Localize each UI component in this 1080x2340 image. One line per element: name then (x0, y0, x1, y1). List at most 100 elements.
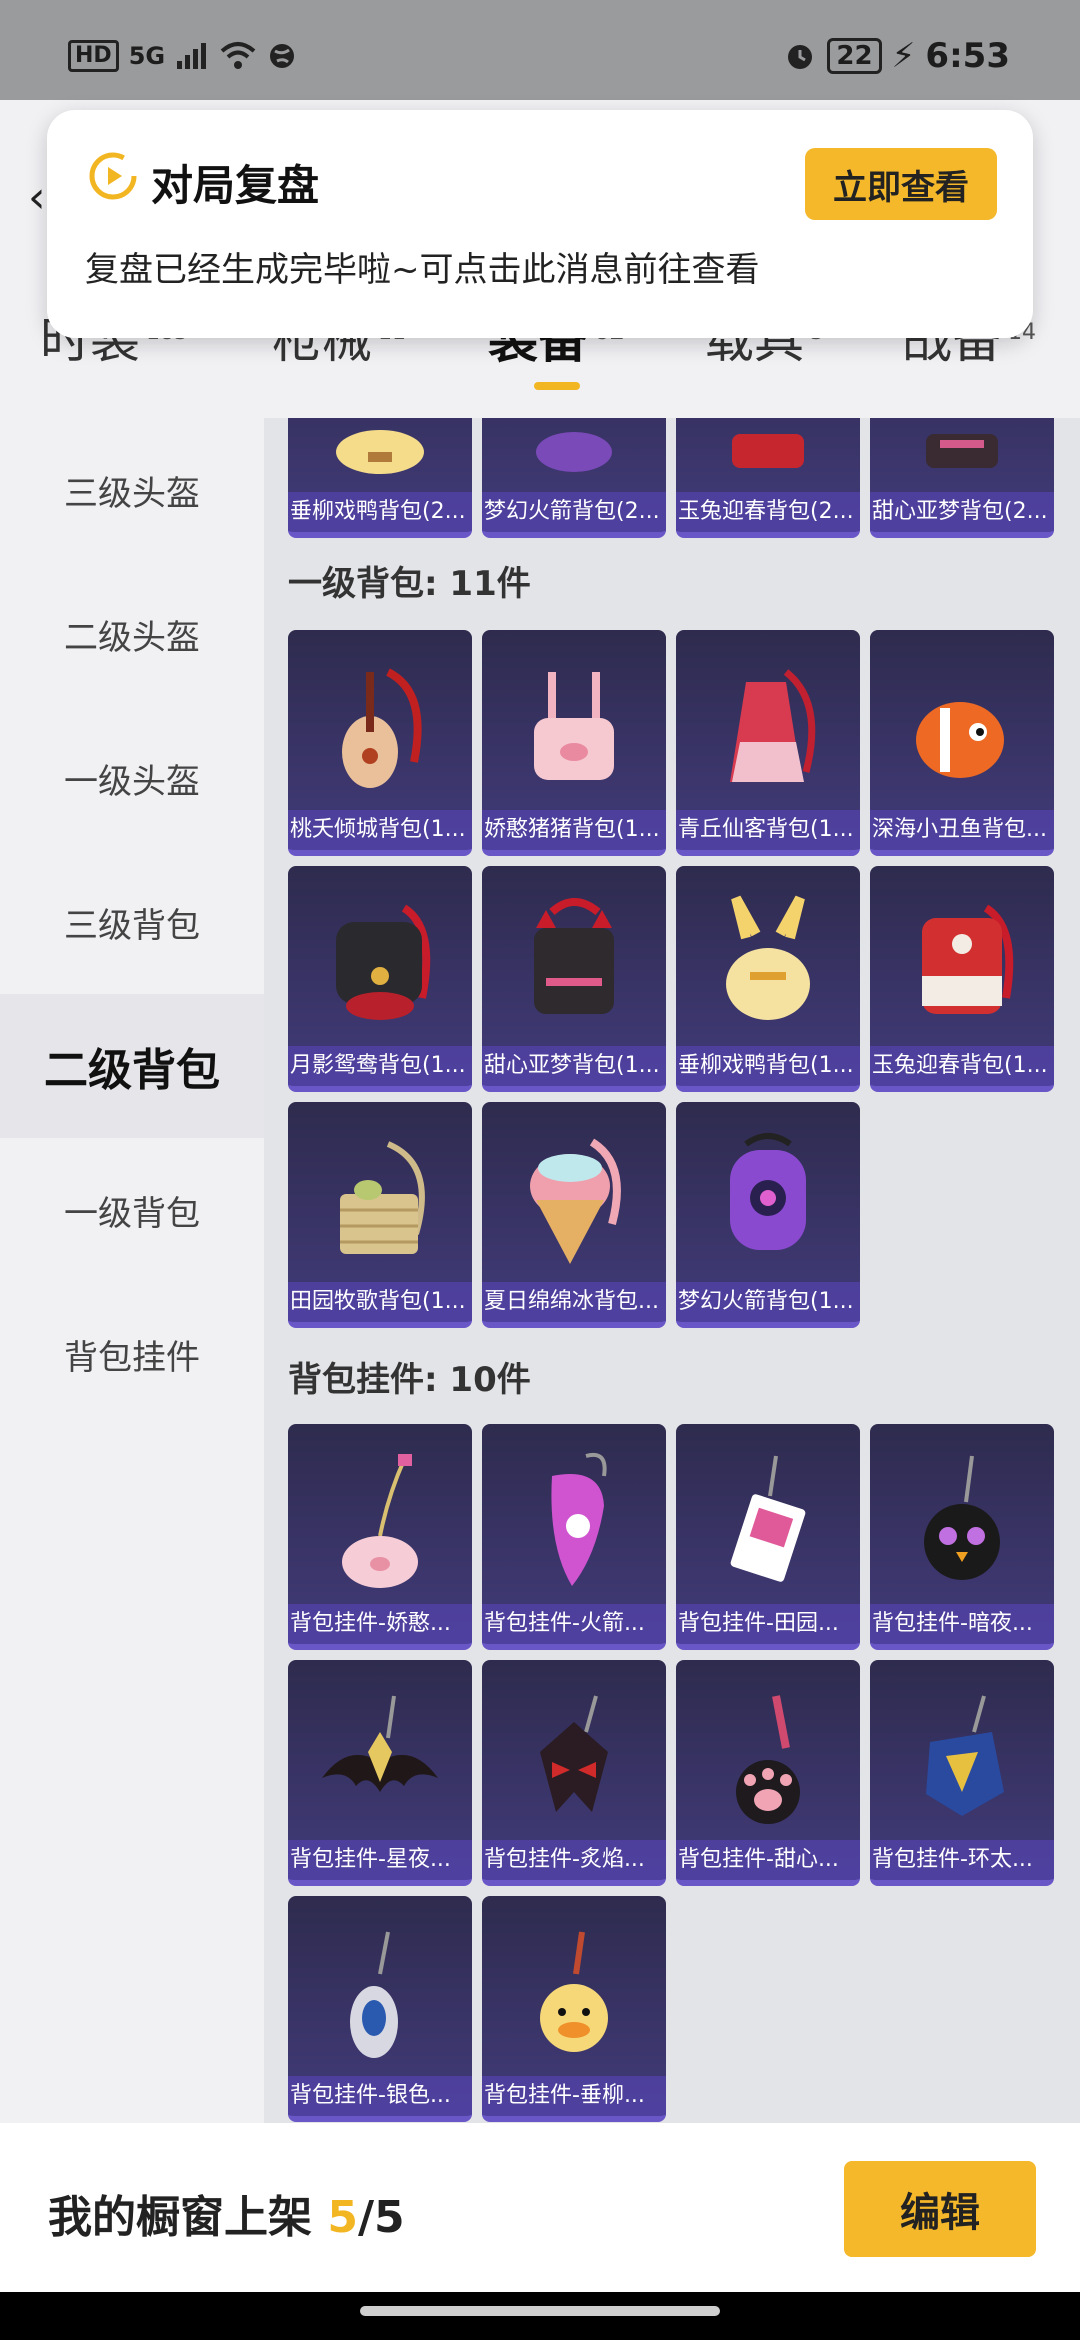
dark-bird-pendant-icon (924, 1455, 1000, 1580)
sidebar-item-helmet-2[interactable]: 二级头盔 (0, 562, 264, 706)
hd-badge: HD (68, 40, 119, 72)
item-label: 背包挂件-炙焰... (482, 1840, 666, 1880)
item-card[interactable]: 背包挂件-田园... (676, 1424, 860, 1650)
item-card[interactable]: 夏日绵绵冰背包... (482, 1102, 666, 1328)
basket-backpack-icon (340, 1141, 425, 1254)
clock: 6:53 (925, 36, 1010, 76)
view-now-button[interactable]: 立即查看 (805, 148, 997, 220)
sidebar-item-helmet-3[interactable]: 三级头盔 (0, 418, 264, 562)
item-label: 田园牧歌背包(1... (288, 1282, 472, 1322)
item-card[interactable]: 背包挂件-暗夜... (870, 1424, 1054, 1650)
rocket-pendant-icon (551, 1453, 607, 1586)
item-label: 梦幻火箭背包(1... (676, 1282, 860, 1322)
item-card[interactable]: 桃夭倾城背包(1... (288, 630, 472, 856)
ice-cream-backpack-icon (530, 1138, 621, 1264)
paw-pendant-icon (736, 1695, 800, 1824)
clownfish-backpack-icon (916, 702, 1004, 778)
sidebar-item-backpack-3[interactable]: 三级背包 (0, 850, 264, 994)
item-card[interactable]: 背包挂件-火箭... (482, 1424, 666, 1650)
replay-icon (89, 152, 137, 200)
notification-title: 对局复盘 (151, 161, 320, 210)
item-card[interactable]: 背包挂件-环太... (870, 1660, 1054, 1886)
showcase-total: /5 (357, 2192, 405, 2243)
item-label: 甜心亚梦背包(2... (870, 492, 1054, 532)
rocket-backpack-icon (536, 432, 612, 472)
silver-pendant-icon (350, 1931, 398, 2058)
active-tab-indicator (534, 382, 580, 390)
showcase-current: 5 (327, 2192, 358, 2243)
sweetheart-backpack-icon (926, 434, 998, 468)
item-card[interactable]: 背包挂件-甜心... (676, 1660, 860, 1886)
item-label: 背包挂件-环太... (870, 1840, 1054, 1880)
showcase-bar: 我的橱窗上架 5/5 编辑 (0, 2123, 1080, 2292)
wifi-icon (220, 42, 256, 69)
section-title-pendants: 背包挂件: 10件 (288, 1360, 531, 1400)
item-label: 背包挂件-星夜... (288, 1840, 472, 1880)
notification-message: 复盘已经生成完毕啦~可点击此消息前往查看 (85, 250, 760, 290)
item-label: 背包挂件-田园... (676, 1604, 860, 1644)
rocket-backpack-icon (730, 1133, 806, 1250)
rabbit-backpack-icon (732, 434, 804, 468)
card-pendant-icon (730, 1455, 806, 1582)
item-label: 甜心亚梦背包(1... (482, 1046, 666, 1086)
status-bar: HD 5G 22 ⚡ 6:53 (0, 0, 1080, 100)
flame-mask-pendant-icon (540, 1695, 608, 1812)
section-title-backpack-1: 一级背包: 11件 (288, 564, 531, 604)
item-label: 垂柳戏鸭背包(2... (288, 492, 472, 532)
item-label: 娇憨猪猪背包(1... (482, 810, 666, 850)
item-card[interactable]: 深海小丑鱼背包... (870, 630, 1054, 856)
item-label: 垂柳戏鸭背包(1... (676, 1046, 860, 1086)
back-arrow-icon[interactable]: ‹ (28, 172, 46, 223)
item-card[interactable]: 垂柳戏鸭背包(2... (288, 418, 472, 538)
item-card[interactable]: 背包挂件-银色... (288, 1896, 472, 2122)
item-label: 背包挂件-火箭... (482, 1604, 666, 1644)
item-card[interactable]: 背包挂件-娇憨... (288, 1424, 472, 1650)
item-card[interactable]: 田园牧歌背包(1... (288, 1102, 472, 1328)
shield-pendant-icon (926, 1695, 1004, 1816)
home-indicator[interactable] (360, 2306, 720, 2316)
equipment-sidebar: 三级头盔 二级头盔 一级头盔 三级背包 二级背包 一级背包 背包挂件 (0, 418, 264, 2118)
sidebar-item-pendants[interactable]: 背包挂件 (0, 1282, 264, 1426)
pig-backpack-icon (534, 672, 614, 780)
item-label: 桃夭倾城背包(1... (288, 810, 472, 850)
item-card[interactable]: 甜心亚梦背包(2... (870, 418, 1054, 538)
edit-button[interactable]: 编辑 (844, 2161, 1036, 2257)
status-left: HD 5G (68, 40, 297, 72)
item-label: 玉兔迎春背包(1... (870, 1046, 1054, 1086)
bat-pendant-icon (322, 1695, 438, 1792)
sweetheart-backpack-icon (534, 898, 614, 1014)
item-grid: 垂柳戏鸭背包(2... 梦幻火箭背包(2... 玉兔迎春背包(2... 甜心亚梦… (264, 418, 1080, 2123)
duck-pendant-icon (540, 1931, 608, 2052)
sidebar-item-backpack-1[interactable]: 一级背包 (0, 1138, 264, 1282)
sidebar-item-helmet-1[interactable]: 一级头盔 (0, 706, 264, 850)
fox-dress-backpack-icon (730, 669, 816, 782)
item-label: 玉兔迎春背包(2... (676, 492, 860, 532)
item-card[interactable]: 梦幻火箭背包(1... (676, 1102, 860, 1328)
sidebar-item-backpack-2[interactable]: 二级背包 (0, 994, 264, 1138)
showcase-count: 我的橱窗上架 5/5 (48, 2181, 405, 2245)
item-label: 月影鸳鸯背包(1... (288, 1046, 472, 1086)
system-nav-bar (0, 2292, 1080, 2340)
item-card[interactable]: 月影鸳鸯背包(1... (288, 866, 472, 1092)
duck-backpack-icon (726, 895, 810, 1020)
battery-level: 22 (827, 38, 882, 74)
duck-backpack-icon (336, 430, 424, 474)
replay-notification[interactable]: 对局复盘 立即查看 复盘已经生成完毕啦~可点击此消息前往查看 (47, 110, 1033, 338)
item-label: 背包挂件-甜心... (676, 1840, 860, 1880)
item-card[interactable]: 玉兔迎春背包(1... (870, 866, 1054, 1092)
item-card[interactable]: 娇憨猪猪背包(1... (482, 630, 666, 856)
item-card[interactable]: 梦幻火箭背包(2... (482, 418, 666, 538)
charging-icon: ⚡ (891, 36, 916, 76)
item-card[interactable]: 背包挂件-星夜... (288, 1660, 472, 1886)
item-card[interactable]: 背包挂件-炙焰... (482, 1660, 666, 1886)
item-card[interactable]: 青丘仙客背包(1... (676, 630, 860, 856)
showcase-label: 我的橱窗上架 (48, 2192, 328, 2243)
item-card[interactable]: 甜心亚梦背包(1... (482, 866, 666, 1092)
item-card[interactable]: 玉兔迎春背包(2... (676, 418, 860, 538)
item-label: 背包挂件-娇憨... (288, 1604, 472, 1644)
item-card[interactable]: 背包挂件-垂柳... (482, 1896, 666, 2122)
item-label: 青丘仙客背包(1... (676, 810, 860, 850)
item-label: 背包挂件-垂柳... (482, 2076, 666, 2116)
item-card[interactable]: 垂柳戏鸭背包(1... (676, 866, 860, 1092)
item-label: 夏日绵绵冰背包... (482, 1282, 666, 1322)
